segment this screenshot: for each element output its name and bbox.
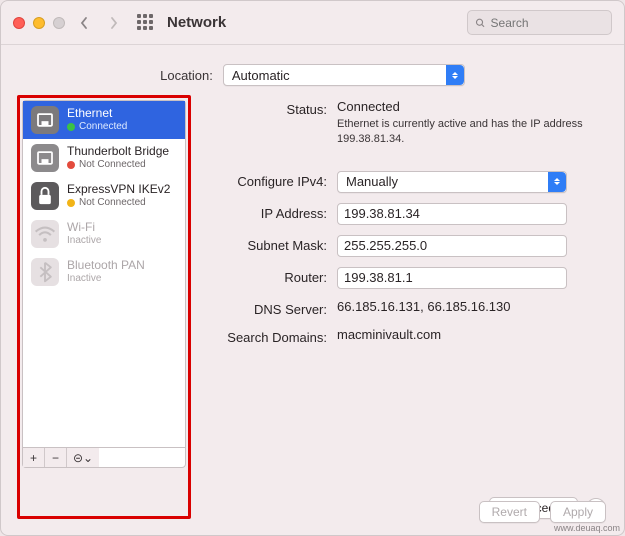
status-value: Connected <box>337 99 608 114</box>
status-label: Status: <box>205 99 327 117</box>
sidebar-footer: + − ⊝⌄ <box>23 447 185 467</box>
sidebar-item-label: Bluetooth PAN <box>67 259 145 273</box>
wifi-icon <box>31 220 59 248</box>
bluetooth-icon <box>31 258 59 286</box>
location-row: Location: Automatic <box>1 55 624 95</box>
interface-actions-button[interactable]: ⊝⌄ <box>67 448 99 467</box>
configure-row: Configure IPv4: Manually <box>205 171 608 193</box>
dns-value: 66.185.16.131, 66.185.16.130 <box>337 299 608 314</box>
window-footer: Revert Apply <box>479 501 606 523</box>
ip-address-input[interactable] <box>337 203 567 225</box>
location-value: Automatic <box>232 68 290 83</box>
close-button[interactable] <box>13 17 25 29</box>
subnet-mask-input[interactable] <box>337 235 567 257</box>
show-all-icon[interactable] <box>137 14 155 32</box>
sidebar-item-label: Wi-Fi <box>67 221 101 235</box>
router-row: Router: <box>205 267 608 289</box>
location-select[interactable]: Automatic <box>223 64 465 86</box>
thunderbolt-icon <box>31 144 59 172</box>
chevron-updown-icon <box>446 65 464 85</box>
dns-label: DNS Server: <box>205 299 327 317</box>
back-button[interactable] <box>73 10 95 36</box>
search-icon <box>475 17 486 29</box>
sidebar-item-bluetooth[interactable]: Bluetooth PAN Inactive <box>23 253 185 291</box>
subnet-label: Subnet Mask: <box>205 235 327 253</box>
remove-interface-button[interactable]: − <box>45 448 67 467</box>
searchdomains-row: Search Domains: macminivault.com <box>205 327 608 345</box>
titlebar: Network <box>1 1 624 45</box>
status-description: Ethernet is currently active and has the… <box>337 117 587 147</box>
status-dot-icon <box>67 161 75 169</box>
add-interface-button[interactable]: + <box>23 448 45 467</box>
sidebar-item-label: Ethernet <box>67 107 127 121</box>
sidebar-item-thunderbolt[interactable]: Thunderbolt Bridge Not Connected <box>23 139 185 177</box>
sidebar-item-status: Inactive <box>67 273 101 285</box>
search-field[interactable] <box>467 10 612 35</box>
location-label: Location: <box>160 68 213 83</box>
ip-row: IP Address: <box>205 203 608 225</box>
sidebar-item-status: Connected <box>79 121 127 133</box>
detail-pane: Status: Connected Ethernet is currently … <box>205 95 608 519</box>
configure-value: Manually <box>346 174 398 189</box>
sidebar-item-ethernet[interactable]: Ethernet Connected <box>23 101 185 139</box>
search-input[interactable] <box>491 16 604 30</box>
sidebar-item-label: ExpressVPN IKEv2 <box>67 183 170 197</box>
configure-ipv4-select[interactable]: Manually <box>337 171 567 193</box>
sidebar-item-status: Not Connected <box>79 159 146 171</box>
watermark: www.deuaq.com <box>554 523 620 533</box>
apply-button[interactable]: Apply <box>550 501 606 523</box>
status-dot-icon <box>67 123 75 131</box>
chevron-right-icon <box>109 16 119 30</box>
page-title: Network <box>167 14 226 31</box>
sidebar-item-label: Thunderbolt Bridge <box>67 145 169 159</box>
status-dot-icon <box>67 199 75 207</box>
sidebar-highlight: Ethernet Connected Thunderbolt Bridge No… <box>17 95 191 519</box>
ethernet-icon <box>31 106 59 134</box>
chevron-left-icon <box>79 16 89 30</box>
zoom-button[interactable] <box>53 17 65 29</box>
traffic-lights <box>13 17 65 29</box>
ip-label: IP Address: <box>205 203 327 221</box>
router-input[interactable] <box>337 267 567 289</box>
sidebar-item-status: Inactive <box>67 235 101 247</box>
dns-row: DNS Server: 66.185.16.131, 66.185.16.130 <box>205 299 608 317</box>
chevron-updown-icon <box>548 172 566 192</box>
lock-icon <box>31 182 59 210</box>
sidebar-item-vpn[interactable]: ExpressVPN IKEv2 Not Connected <box>23 177 185 215</box>
sidebar-item-status: Not Connected <box>79 197 146 209</box>
searchdomains-value: macminivault.com <box>337 327 608 342</box>
content-area: Ethernet Connected Thunderbolt Bridge No… <box>1 95 624 535</box>
status-row: Status: Connected Ethernet is currently … <box>205 99 608 147</box>
interface-sidebar: Ethernet Connected Thunderbolt Bridge No… <box>22 100 186 468</box>
router-label: Router: <box>205 267 327 285</box>
network-preferences-window: Network Location: Automatic Ethernet <box>0 0 625 536</box>
searchdomains-label: Search Domains: <box>205 327 327 345</box>
sidebar-item-wifi[interactable]: Wi-Fi Inactive <box>23 215 185 253</box>
subnet-row: Subnet Mask: <box>205 235 608 257</box>
revert-button[interactable]: Revert <box>479 501 540 523</box>
forward-button[interactable] <box>103 10 125 36</box>
configure-label: Configure IPv4: <box>205 171 327 189</box>
minimize-button[interactable] <box>33 17 45 29</box>
interface-list: Ethernet Connected Thunderbolt Bridge No… <box>23 101 185 447</box>
